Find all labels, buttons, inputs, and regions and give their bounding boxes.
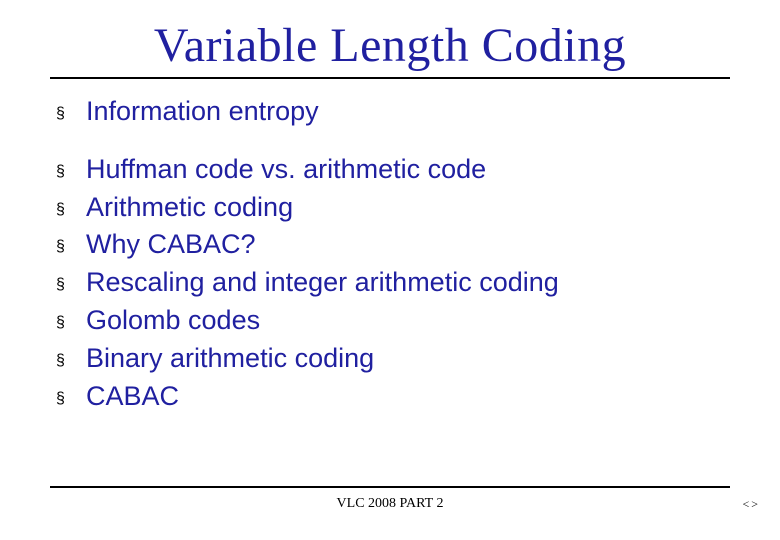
bullet-item: § Information entropy — [56, 93, 730, 131]
slide-title: Variable Length Coding — [50, 18, 730, 73]
bullet-icon: § — [56, 199, 86, 221]
bullet-icon: § — [56, 312, 86, 334]
bullet-item: § Binary arithmetic coding — [56, 340, 730, 378]
bullet-group: § Huffman code vs. arithmetic code § Ari… — [56, 151, 730, 416]
bullet-text: CABAC — [86, 378, 179, 416]
bullet-text: Golomb codes — [86, 302, 260, 340]
bullet-icon: § — [56, 161, 86, 183]
slide: Variable Length Coding § Information ent… — [0, 0, 780, 540]
footer-text: VLC 2008 PART 2 — [0, 496, 780, 512]
bullet-icon: § — [56, 103, 86, 125]
bullet-icon: § — [56, 388, 86, 410]
bullet-item: § Golomb codes — [56, 302, 730, 340]
bullet-item: § Why CABAC? — [56, 226, 730, 264]
bullet-text: Rescaling and integer arithmetic coding — [86, 264, 559, 302]
bullet-item: § Huffman code vs. arithmetic code — [56, 151, 730, 189]
bullet-icon: § — [56, 274, 86, 296]
bullet-text: Information entropy — [86, 93, 319, 131]
bullet-icon: § — [56, 350, 86, 372]
footer-rule — [50, 486, 730, 488]
bullet-group: § Information entropy — [56, 93, 730, 131]
bullet-icon: § — [56, 236, 86, 258]
bullet-item: § CABAC — [56, 378, 730, 416]
bullet-text: Binary arithmetic coding — [86, 340, 374, 378]
bullet-text: Huffman code vs. arithmetic code — [86, 151, 486, 189]
title-underline — [50, 77, 730, 79]
slide-content: § Information entropy § Huffman code vs.… — [50, 93, 730, 415]
bullet-item: § Arithmetic coding — [56, 189, 730, 227]
bullet-item: § Rescaling and integer arithmetic codin… — [56, 264, 730, 302]
bullet-text: Why CABAC? — [86, 226, 256, 264]
nav-arrows-icon[interactable]: <> — [742, 497, 760, 512]
bullet-text: Arithmetic coding — [86, 189, 293, 227]
